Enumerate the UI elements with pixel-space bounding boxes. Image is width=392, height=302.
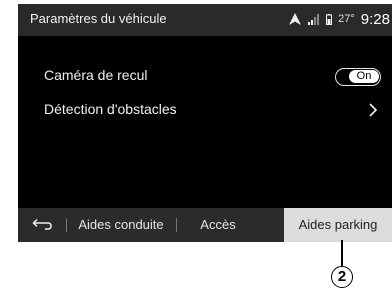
setting-row-rear-camera[interactable]: Caméra de recul On [18,61,392,91]
tab-divider [176,218,177,232]
settings-list: Caméra de recul On Détection d'obstacles [18,36,392,208]
rear-camera-toggle[interactable]: On [335,68,381,86]
back-arrow-icon[interactable] [28,215,54,235]
clock: 9:28 [360,10,390,28]
temperature: 27° [338,13,355,25]
battery-icon [326,13,333,25]
toggle-knob: On [349,70,379,83]
status-bar: Paramètres du véhicule 27° 9:28 [18,4,392,36]
setting-row-obstacle-detection[interactable]: Détection d'obstacles [18,95,392,125]
status-icons: 27° 9:28 [288,9,390,29]
tab-bar: Aides conduite Accès Aides parking [18,208,392,242]
tab-aides-conduite[interactable]: Aides conduite [70,208,172,242]
page-title: Paramètres du véhicule [30,11,167,26]
vehicle-settings-screen: Paramètres du véhicule 27° 9:28 Caméra d… [18,4,392,242]
navigation-icon [289,13,302,25]
rear-camera-label: Caméra de recul [44,67,148,83]
tab-aides-parking[interactable]: Aides parking [284,208,392,242]
tab-divider [66,218,67,232]
obstacle-detection-label: Détection d'obstacles [44,101,177,117]
tab-acces[interactable]: Accès [190,208,246,242]
callout-line [341,240,343,266]
signal-icon [308,14,320,25]
callout-number: 2 [331,266,353,288]
chevron-right-icon [369,103,378,117]
